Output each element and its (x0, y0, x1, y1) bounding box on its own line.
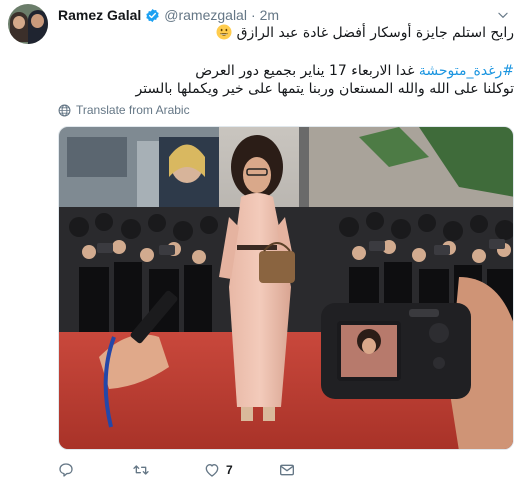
envelope-icon (280, 464, 294, 476)
tweet-photo[interactable] (58, 126, 514, 450)
direct-message-button[interactable] (278, 458, 296, 482)
like-button[interactable]: 7 (204, 458, 233, 482)
grinning-face-emoji (216, 24, 232, 40)
like-count: 7 (226, 463, 233, 477)
reply-icon (59, 463, 73, 477)
hashtag-link[interactable]: #رغدة_متوحشة (419, 63, 514, 79)
tweet-text-2: غدا الاربعاء 17 يناير بجميع دور العرض (195, 63, 415, 79)
globe-icon (58, 104, 71, 116)
avatar[interactable] (8, 4, 48, 44)
verified-badge-icon (146, 8, 159, 22)
tweet-text-3: توكلنا على الله والله المستعان وربنا يتم… (135, 81, 515, 97)
user-handle[interactable]: @ramezgalal (164, 7, 247, 23)
tweet-text-line-3: توكلنا على الله والله المستعان وربنا يتم… (58, 80, 515, 98)
heart-icon (205, 464, 219, 477)
reply-button[interactable] (58, 458, 74, 482)
translate-label: Translate from Arabic (76, 103, 190, 117)
retweet-icon (133, 465, 149, 475)
display-name[interactable]: Ramez Galal (58, 7, 141, 23)
retweet-button[interactable] (132, 458, 150, 482)
timestamp[interactable]: 2m (260, 7, 279, 23)
tweet-text-line-1: رايح استلم جايزة أوسكار أفضل غادة عبد ال… (58, 24, 514, 42)
tweet-text-1: رايح استلم جايزة أوسكار أفضل غادة عبد ال… (236, 25, 514, 41)
tweet-header: Ramez Galal @ramezgalal · 2m (58, 6, 279, 24)
tweet: Ramez Galal @ramezgalal · 2m رايح استلم … (0, 0, 520, 492)
chevron-down-icon[interactable] (496, 8, 510, 22)
tweet-text-line-2: #رغدة_متوحشة غدا الاربعاء 17 يناير بجميع… (58, 62, 514, 80)
translate-link[interactable]: Translate from Arabic (58, 103, 190, 117)
tweet-actions: 7 (58, 458, 358, 482)
separator-dot: · (250, 7, 256, 23)
